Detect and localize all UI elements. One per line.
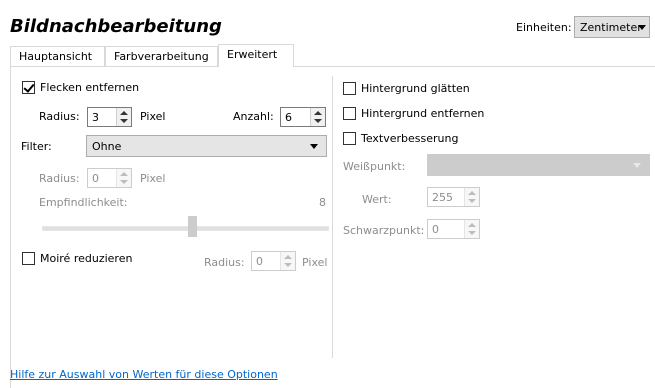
filter-radius-value: 0 — [92, 172, 99, 185]
stepper-buttons[interactable] — [116, 108, 131, 126]
remove-background-label: Hintergrund entfernen — [361, 107, 485, 120]
value-stepper[interactable]: 255 — [427, 187, 480, 207]
sensitivity-slider-thumb[interactable] — [188, 216, 197, 237]
chevron-down-icon — [633, 163, 641, 168]
white-point-select[interactable] — [427, 154, 650, 176]
page-title: Bildnachbearbeitung — [10, 16, 222, 37]
arrow-down-icon — [314, 119, 322, 123]
radius-unit: Pixel — [140, 110, 166, 123]
filter-select[interactable]: Ohne — [86, 135, 327, 157]
value-label: Wert: — [362, 193, 392, 206]
radius-stepper[interactable]: 3 — [87, 107, 132, 127]
tab-erweitert[interactable]: Erweitert — [218, 44, 294, 67]
arrow-down-icon — [284, 263, 292, 267]
white-point-label: Weißpunkt: — [343, 160, 406, 173]
arrow-up-icon — [284, 255, 292, 259]
units-label: Einheiten: — [516, 21, 572, 34]
stepper-buttons[interactable] — [464, 220, 479, 238]
units-value: Zentimeter — [580, 21, 642, 34]
moire-radius-value: 0 — [256, 255, 263, 268]
black-point-value: 0 — [432, 223, 439, 236]
radius-label: Radius: — [39, 110, 80, 123]
tab-label: Hauptansicht — [19, 50, 93, 63]
arrow-down-icon — [468, 231, 476, 235]
remove-background-checkbox[interactable] — [343, 107, 356, 120]
tab-label: Farbverarbeitung — [114, 50, 209, 63]
despeckle-checkbox[interactable] — [22, 81, 35, 94]
filter-label: Filter: — [21, 140, 52, 153]
arrow-down-icon — [468, 199, 476, 203]
arrow-down-icon — [120, 119, 128, 123]
chevron-down-icon — [310, 144, 318, 149]
text-enhancement-label: Textverbesserung — [361, 132, 459, 145]
stepper-buttons[interactable] — [310, 108, 325, 126]
filter-radius-unit: Pixel — [140, 172, 166, 185]
black-point-label: Schwarzpunkt: — [343, 224, 425, 237]
arrow-up-icon — [468, 223, 476, 227]
filter-radius-stepper[interactable]: 0 — [87, 168, 132, 188]
count-label: Anzahl: — [233, 110, 274, 123]
units-select[interactable]: Zentimeter — [574, 16, 650, 38]
despeckle-label: Flecken entfernen — [40, 81, 140, 94]
arrow-up-icon — [468, 191, 476, 195]
moire-radius-label: Radius: — [204, 256, 245, 269]
text-enhancement-checkbox[interactable] — [343, 132, 356, 145]
count-value: 6 — [285, 111, 292, 124]
radius-value: 3 — [92, 111, 99, 124]
tab-hauptansicht[interactable]: Hauptansicht — [10, 46, 105, 66]
filter-value: Ohne — [92, 140, 122, 153]
stepper-buttons[interactable] — [464, 188, 479, 206]
arrow-up-icon — [314, 111, 322, 115]
smooth-background-label: Hintergrund glätten — [361, 82, 470, 95]
moire-checkbox[interactable] — [22, 252, 35, 265]
sensitivity-label: Empfindlichkeit: — [39, 196, 128, 209]
arrow-up-icon — [120, 172, 128, 176]
tab-label: Erweitert — [227, 48, 278, 61]
smooth-background-checkbox[interactable] — [343, 82, 356, 95]
moire-radius-stepper[interactable]: 0 — [251, 251, 296, 271]
arrow-up-icon — [120, 111, 128, 115]
moire-radius-unit: Pixel — [302, 256, 328, 269]
column-divider — [332, 76, 333, 358]
sensitivity-value: 8 — [319, 196, 326, 209]
tab-farbverarbeitung[interactable]: Farbverarbeitung — [105, 46, 218, 66]
chevron-down-icon — [638, 25, 646, 30]
help-link[interactable]: Hilfe zur Auswahl von Werten für diese O… — [10, 368, 278, 381]
arrow-down-icon — [120, 180, 128, 184]
stepper-buttons[interactable] — [116, 169, 131, 187]
sensitivity-slider-track[interactable] — [42, 226, 329, 231]
stepper-buttons[interactable] — [280, 252, 295, 270]
black-point-stepper[interactable]: 0 — [427, 219, 480, 239]
filter-radius-label: Radius: — [39, 172, 80, 185]
count-stepper[interactable]: 6 — [280, 107, 326, 127]
moire-label: Moiré reduzieren — [40, 252, 133, 265]
value-value: 255 — [432, 191, 453, 204]
